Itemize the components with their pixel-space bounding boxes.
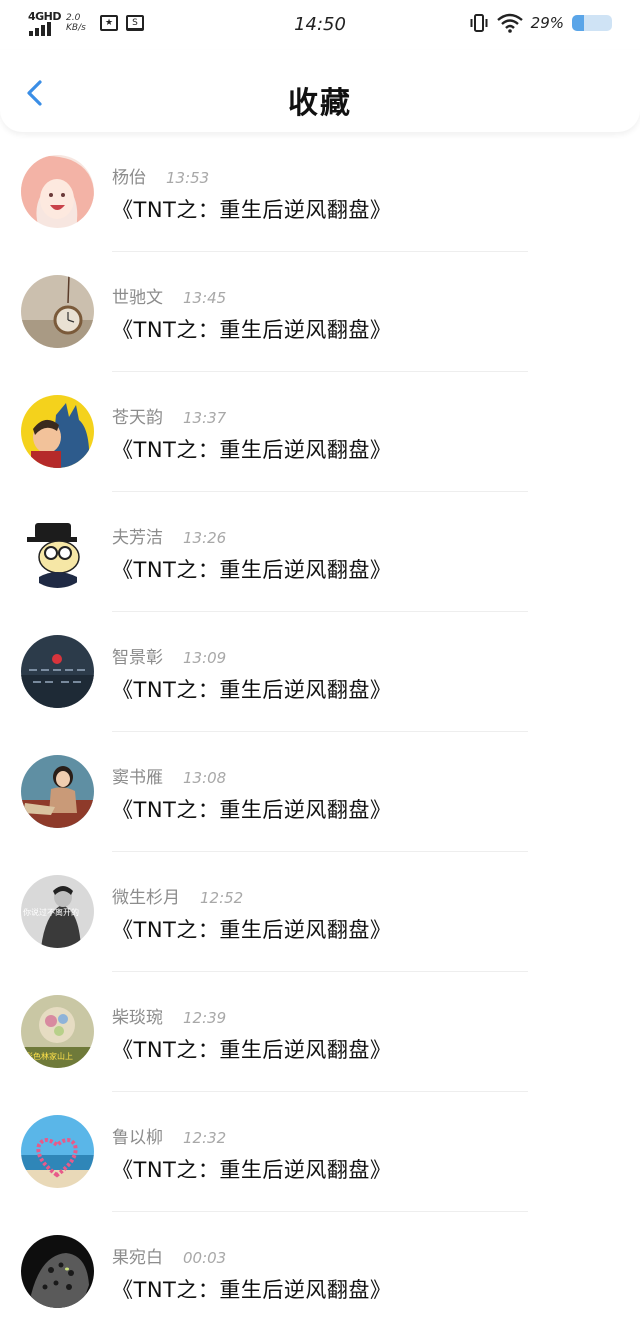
user-name: 微生杉月 [112,888,180,908]
avatar[interactable] [21,635,94,708]
status-bar: 4GHD 2.0 KB/s ★ S 14:50 29% [0,0,640,50]
timestamp: 12:32 [183,1129,227,1147]
user-name: 杨佁 [112,168,146,188]
list-item[interactable]: 果宛白 00:03 《TNT之：重生后逆风翻盘》 [0,1212,640,1332]
book-title: 《TNT之：重生后逆风翻盘》 [112,318,392,342]
page-title: 收藏 [288,86,352,121]
user-name: 柴琰琬 [112,1008,163,1028]
user-name: 苍天韵 [112,408,163,428]
battery-icon [572,15,612,31]
book-title: 《TNT之：重生后逆风翻盘》 [112,558,392,582]
user-name: 鲁以柳 [112,1128,163,1148]
book-title: 《TNT之：重生后逆风翻盘》 [112,678,392,702]
user-name: 夫芳洁 [112,528,163,548]
avatar[interactable]: 彩色林家山上 [21,995,94,1068]
book-title: 《TNT之：重生后逆风翻盘》 [112,1158,392,1182]
battery-percent: 29% [530,14,564,32]
list-item[interactable]: 杨佁 13:53 《TNT之：重生后逆风翻盘》 [0,132,640,252]
avatar-flowers-image: 彩色林家山上 [21,995,94,1068]
timestamp: 12:52 [200,889,244,907]
status-right: 29% [469,13,612,33]
list-item[interactable]: 你说过不离开的 微生杉月 12:52 《TNT之：重生后逆风翻盘》 [0,852,640,972]
book-title: 《TNT之：重生后逆风翻盘》 [112,918,392,942]
avatar[interactable] [21,515,94,588]
avatar-overlay-text: 你说过不离开的 [23,907,79,917]
book-title: 《TNT之：重生后逆风翻盘》 [112,1038,392,1062]
book-title: 《TNT之：重生后逆风翻盘》 [112,438,392,462]
avatar[interactable] [21,155,94,228]
list-item[interactable]: 智景彰 13:09 《TNT之：重生后逆风翻盘》 [0,612,640,732]
avatar[interactable]: 你说过不离开的 [21,875,94,948]
book-title: 《TNT之：重生后逆风翻盘》 [112,798,392,822]
wifi-icon [496,13,523,33]
avatar-bw-woman-image: 你说过不离开的 [21,875,94,948]
battery-fill [572,15,584,31]
timestamp: 12:39 [183,1009,227,1027]
timestamp: 13:37 [183,409,227,427]
avatar[interactable] [21,275,94,348]
timestamp: 13:08 [183,769,227,787]
avatar[interactable] [21,1115,94,1188]
list-item[interactable]: 苍天韵 13:37 《TNT之：重生后逆风翻盘》 [0,372,640,492]
nav-header: 收藏 [0,50,640,132]
avatar-beach-heart-image [21,1115,94,1188]
book-title: 《TNT之：重生后逆风翻盘》 [112,198,392,222]
avatar[interactable] [21,395,94,468]
list-item[interactable]: 鲁以柳 12:32 《TNT之：重生后逆风翻盘》 [0,1092,640,1212]
avatar-overlay-text: 彩色林家山上 [25,1051,73,1061]
timestamp: 00:03 [183,1249,227,1267]
user-name: 世驰文 [112,288,163,308]
list-item[interactable]: 窦书雁 13:08 《TNT之：重生后逆风翻盘》 [0,732,640,852]
timestamp: 13:26 [183,529,227,547]
list-item[interactable]: 彩色林家山上 柴琰琬 12:39 《TNT之：重生后逆风翻盘》 [0,972,640,1092]
avatar[interactable] [21,755,94,828]
timestamp: 13:45 [183,289,227,307]
avatar-leopard-image [21,1235,94,1308]
timestamp: 13:53 [166,169,210,187]
timestamp: 13:09 [183,649,227,667]
vibrate-icon [470,14,488,32]
avatar-girl-sitting-image [21,755,94,828]
avatar-dark-text-image [21,635,94,708]
avatar[interactable] [21,1235,94,1308]
list-item[interactable]: 世驰文 13:45 《TNT之：重生后逆风翻盘》 [0,252,640,372]
avatar-cartoon-detective-image [21,515,94,588]
list-item[interactable]: 夫芳洁 13:26 《TNT之：重生后逆风翻盘》 [0,492,640,612]
user-name: 果宛白 [112,1248,163,1268]
book-title: 《TNT之：重生后逆风翻盘》 [112,1278,392,1302]
avatar-pocket-watch-image [21,275,94,348]
user-name: 智景彰 [112,648,163,668]
avatar-anime-girl-image [21,155,94,228]
user-name: 窦书雁 [112,768,163,788]
avatar-comic-image [21,395,94,468]
favorites-list: 杨佁 13:53 《TNT之：重生后逆风翻盘》 世驰文 13:45 《TNT之：… [0,132,640,1332]
